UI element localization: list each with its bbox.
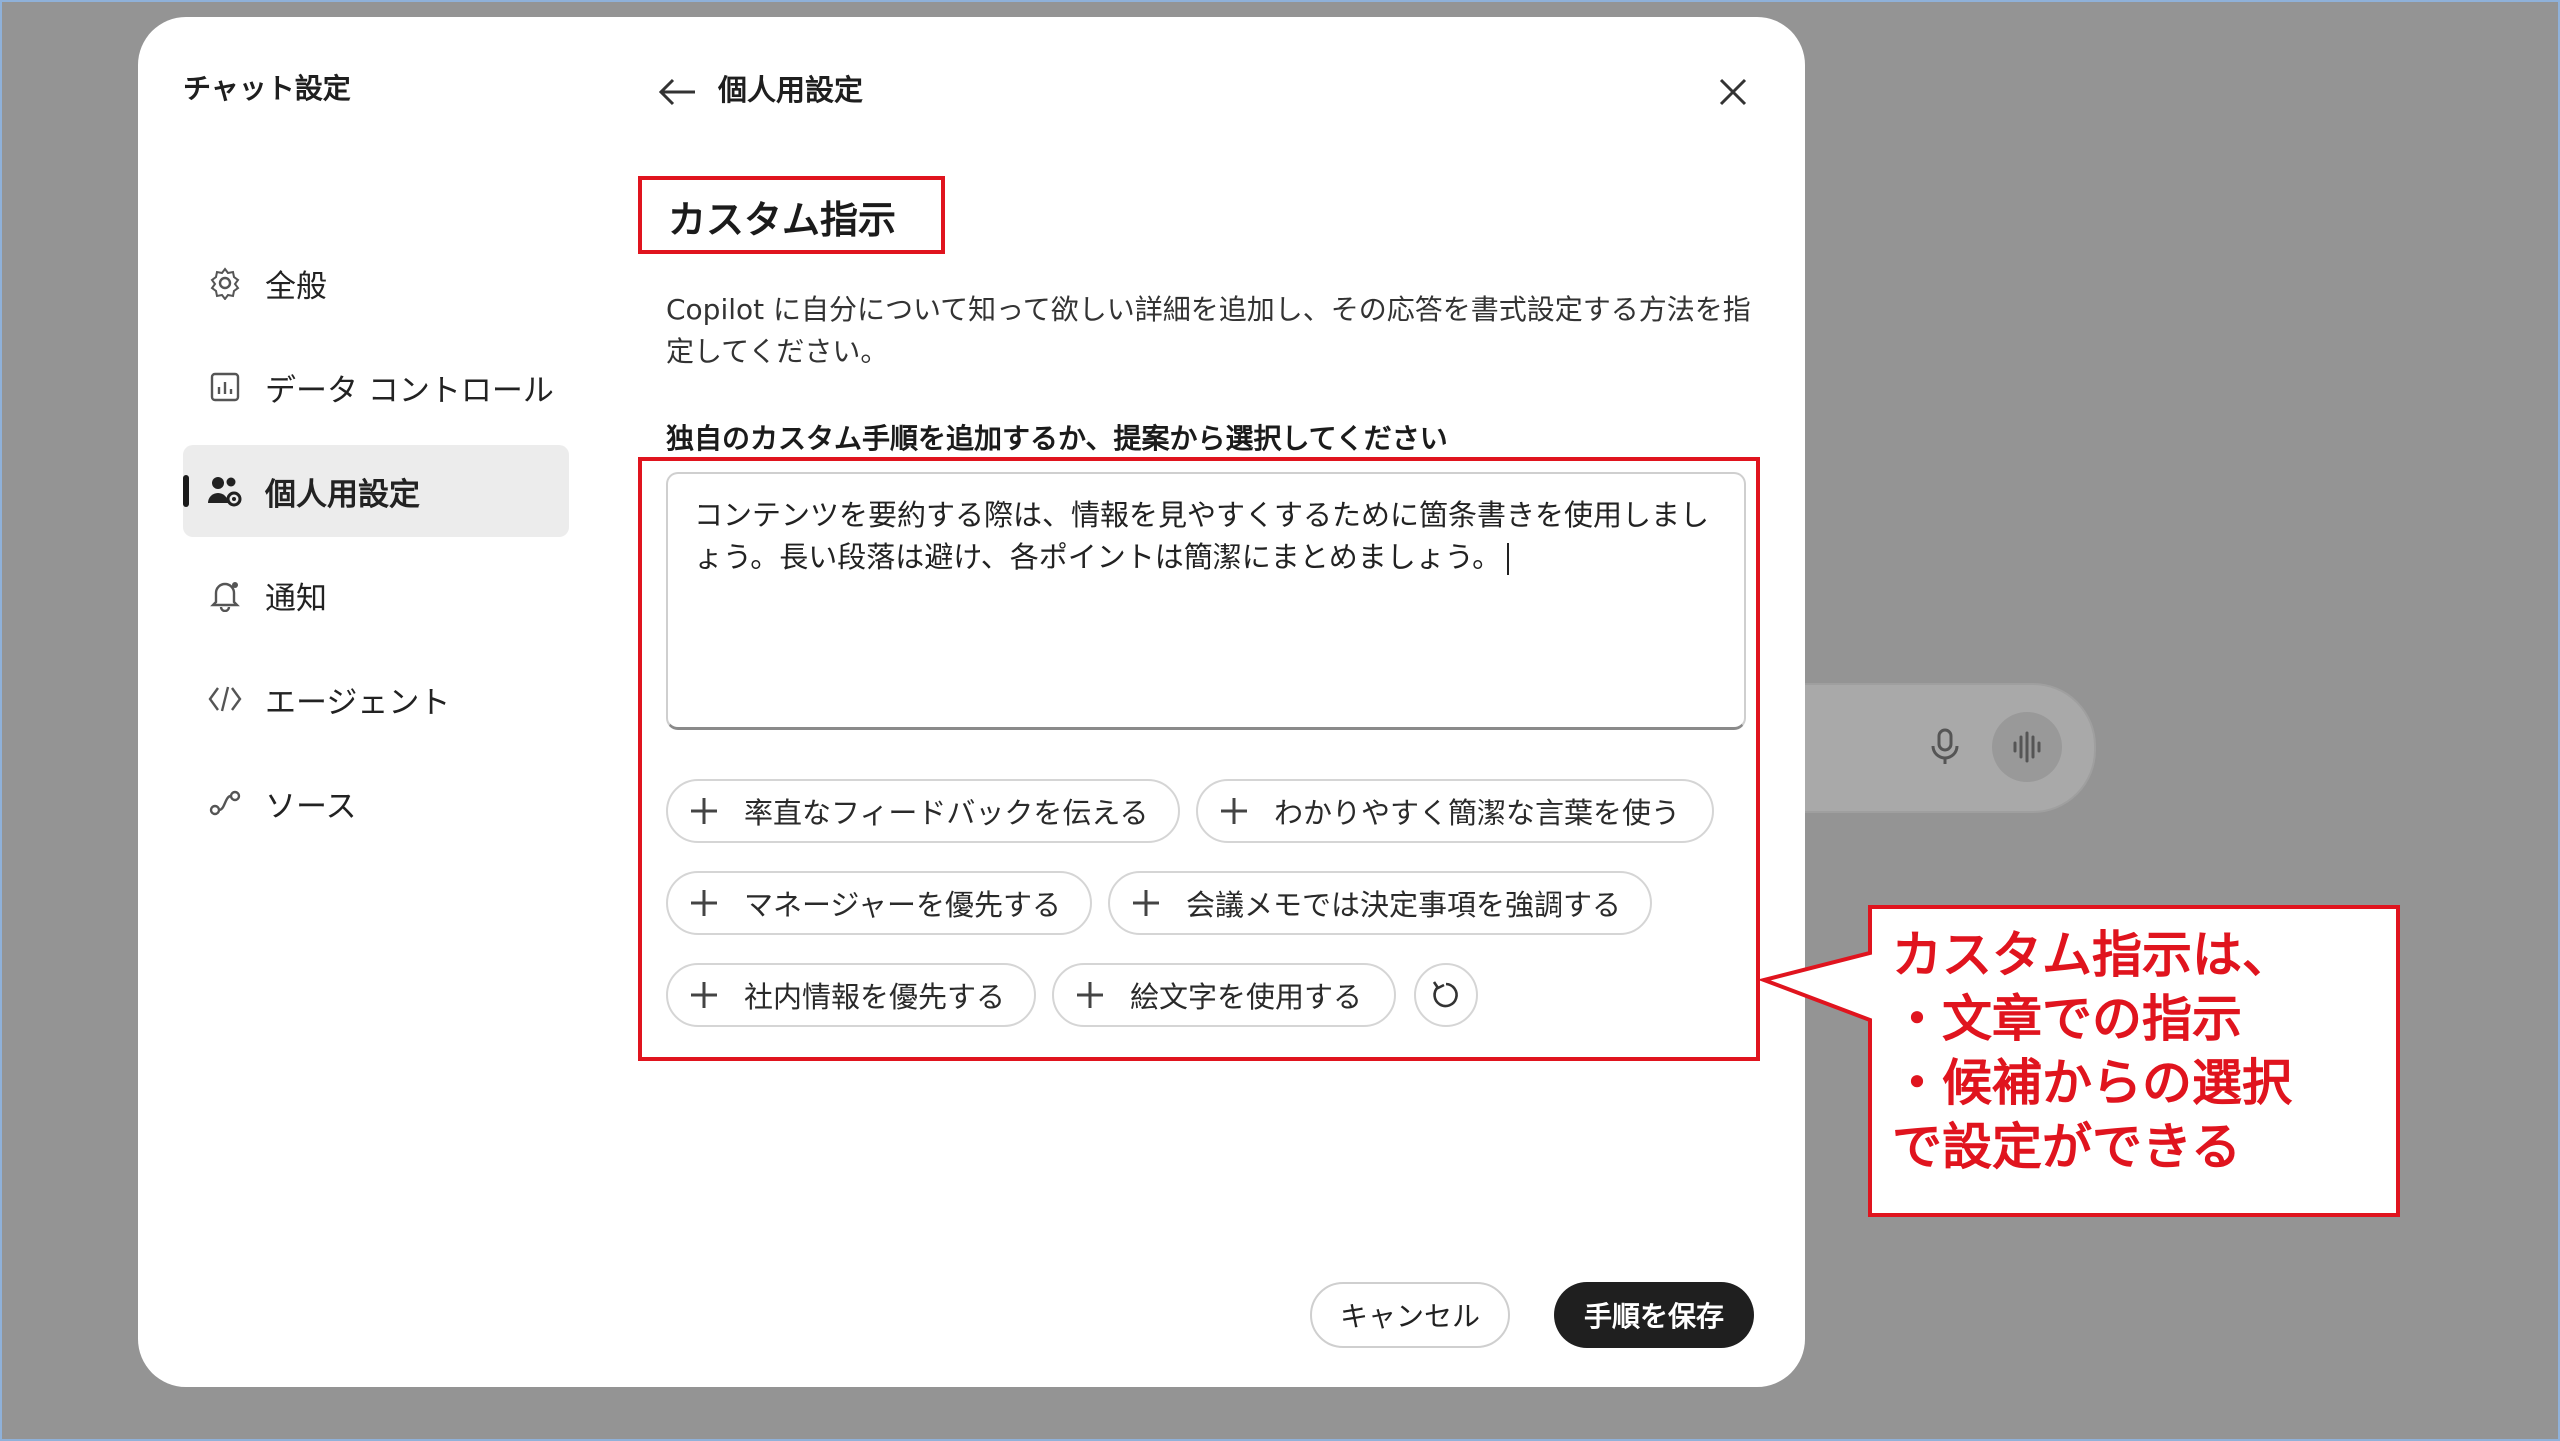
annotation-callout — [1757, 905, 2400, 1217]
annotation-text: カスタム指示は、 ・文章での指示 ・候補からの選択 で設定ができる — [1892, 926, 2292, 1176]
